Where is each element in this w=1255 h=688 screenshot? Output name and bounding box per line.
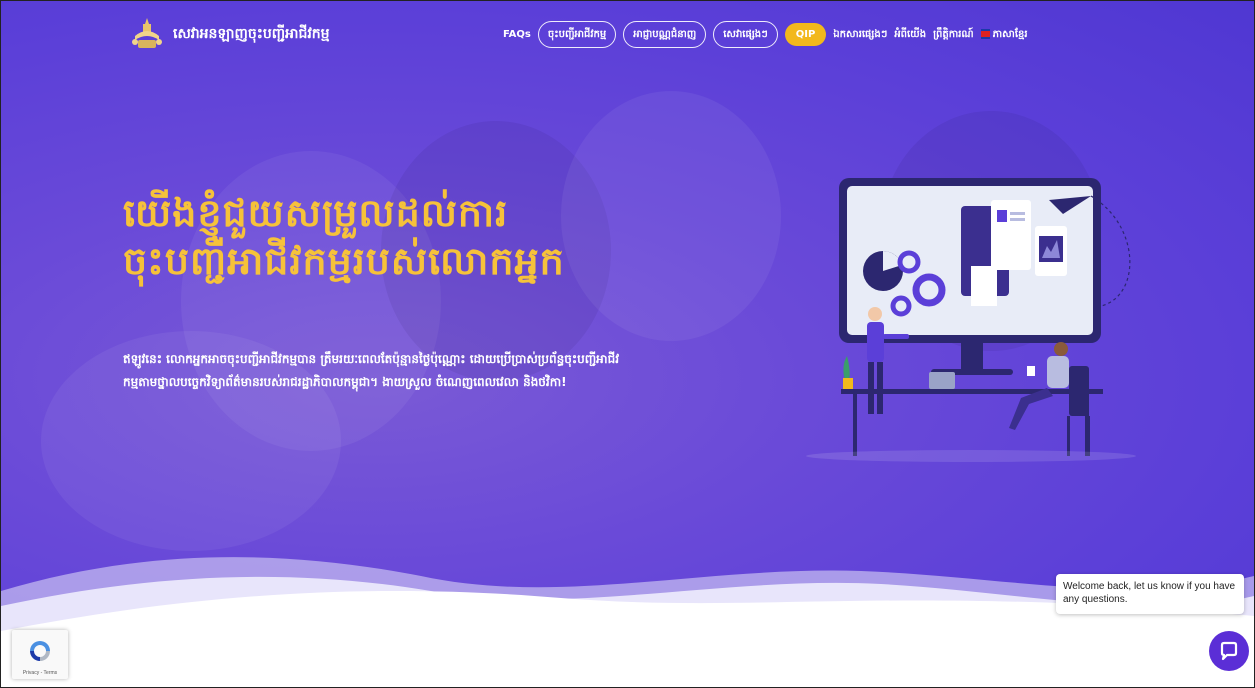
hero-description: ឥឡូវនេះ លោកអ្នកអាចចុះបញ្ជីអាជីវកម្មបាន ត… xyxy=(123,352,620,389)
cambodia-flag-icon xyxy=(980,29,990,39)
site-title: សេវាអនឡាញចុះបញ្ជីអាជីវកម្ម xyxy=(173,25,330,42)
language-selector[interactable]: ភាសាខ្មែរ xyxy=(980,27,1028,42)
language-label: ភាសាខ្មែរ xyxy=(992,29,1028,40)
monitor-stand xyxy=(961,343,983,371)
nav-about[interactable]: អំពីយើង xyxy=(894,27,926,42)
chat-launcher-button[interactable] xyxy=(1209,631,1249,671)
headline-line-2: ចុះបញ្ជីអាជីវកម្មរបស់លោកអ្នក xyxy=(123,238,565,283)
page-frame: សេវាអនឡាញចុះបញ្ជីអាជីវកម្ម FAQs ចុះបញ្ជី… xyxy=(0,0,1255,688)
nav-qip[interactable]: QIP xyxy=(784,23,827,46)
nav-other-documents[interactable]: ឯកសារផ្សេងៗ xyxy=(833,27,887,42)
nav-other-services[interactable]: សេវាផ្សេងៗ xyxy=(713,21,778,48)
nav-pay-online[interactable]: អាជ្ញាបណ្ណជំនាញ xyxy=(623,21,707,48)
office-chair xyxy=(1069,366,1089,416)
nav-register-business[interactable]: ចុះបញ្ជីអាជីវកម្ម xyxy=(537,21,617,48)
site-logo[interactable]: សេវាអនឡាញចុះបញ្ជីអាជីវកម្ម xyxy=(129,16,330,52)
main-navigation: FAQs ចុះបញ្ជីអាជីវកម្ម អាជ្ញាបណ្ណជំនាញ ស… xyxy=(503,21,1028,48)
chat-welcome-bubble[interactable]: Welcome back, let us know if you have an… xyxy=(1056,574,1244,614)
recaptcha-icon xyxy=(30,641,50,661)
hero-headline: យើងខ្ញុំជួយសម្រួលដល់ការ ចុះបញ្ជីអាជីវកម្… xyxy=(123,189,683,285)
plant-icon xyxy=(843,356,850,381)
business-illustration xyxy=(806,178,1136,462)
person-sitting xyxy=(1054,342,1068,356)
person-standing xyxy=(868,307,882,321)
recaptcha-badge[interactable]: Privacy - Terms xyxy=(12,630,68,679)
laptop-icon xyxy=(929,372,955,389)
nav-news[interactable]: ព្រឹត្តិការណ៍ xyxy=(933,27,974,42)
nav-faqs[interactable]: FAQs xyxy=(503,29,531,40)
recaptcha-label[interactable]: Privacy - Terms xyxy=(12,670,68,676)
emblem-icon xyxy=(132,18,162,48)
chat-icon xyxy=(1220,641,1238,661)
headline-line-1: យើងខ្ញុំជួយសម្រួលដល់ការ xyxy=(123,190,509,235)
